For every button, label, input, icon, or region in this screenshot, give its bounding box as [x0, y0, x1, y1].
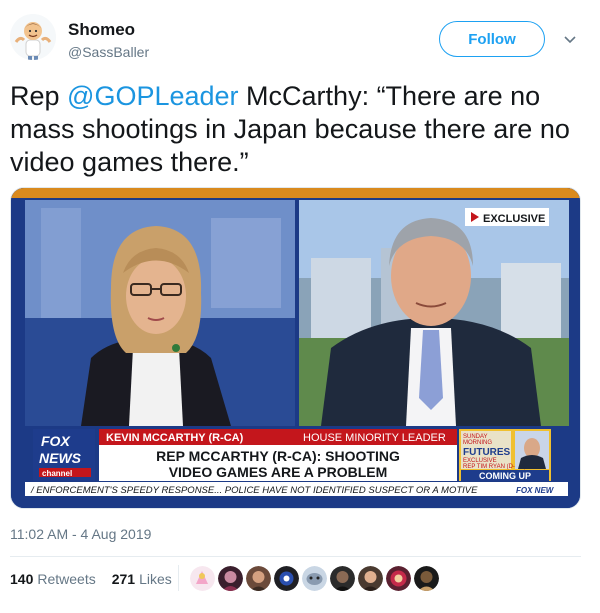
promo-title: FUTURES — [463, 447, 511, 458]
tweet-media-image[interactable]: EXCLUSIVE KEVIN MCCARTHY (R-CA) HOUSE MI… — [10, 187, 581, 509]
promo-show-mid: MORNING — [463, 440, 492, 446]
tweet-text: Rep @GOPLeader McCarthy: “There are no m… — [10, 80, 590, 179]
chevron-down-icon[interactable] — [562, 32, 578, 48]
liker-avatar[interactable] — [218, 566, 243, 591]
likes-label[interactable]: Likes — [139, 571, 172, 587]
tweet-timestamp[interactable]: 11:02 AM - 4 Aug 2019 — [10, 526, 151, 542]
liker-avatar[interactable] — [414, 566, 439, 591]
liker-avatar[interactable] — [190, 566, 215, 591]
ticker-logo: FOX NEW — [516, 486, 555, 495]
liker-avatar[interactable] — [358, 566, 383, 591]
network-logo-top: FOX — [41, 433, 71, 449]
headline-line-2: VIDEO GAMES ARE A PROBLEM — [169, 464, 388, 480]
follow-button[interactable]: Follow — [439, 21, 545, 57]
author-display-name[interactable]: Shomeo — [68, 20, 135, 40]
retweets-count[interactable]: 140 — [10, 571, 33, 587]
tweet-text-prefix: Rep — [10, 81, 68, 111]
network-logo-bottom: NEWS — [39, 450, 82, 466]
lower-third-title: HOUSE MINORITY LEADER — [303, 432, 446, 444]
tweet-stats: 140 Retweets 271 Likes — [10, 571, 172, 587]
divider — [178, 565, 179, 591]
lower-third-name: KEVIN MCCARTHY (R-CA) — [106, 432, 244, 444]
divider — [10, 556, 581, 557]
exclusive-badge: EXCLUSIVE — [483, 213, 545, 225]
likes-count[interactable]: 271 — [112, 571, 135, 587]
liker-avatar[interactable] — [386, 566, 411, 591]
mention-link[interactable]: @GOPLeader — [67, 81, 239, 111]
promo-coming-up: COMING UP — [479, 471, 531, 481]
liker-avatar[interactable] — [246, 566, 271, 591]
author-handle[interactable]: @SassBaller — [68, 44, 149, 60]
retweets-label[interactable]: Retweets — [37, 571, 95, 587]
news-ticker: / ENFORCEMENT'S SPEEDY RESPONSE... POLIC… — [30, 485, 478, 496]
liker-avatar[interactable] — [274, 566, 299, 591]
liker-avatar[interactable] — [330, 566, 355, 591]
liker-avatar[interactable] — [302, 566, 327, 591]
liker-avatars — [190, 566, 439, 592]
network-logo-sub: channel — [42, 469, 72, 478]
author-avatar[interactable] — [10, 14, 56, 60]
headline-line-1: REP MCCARTHY (R-CA): SHOOTING — [156, 448, 400, 464]
